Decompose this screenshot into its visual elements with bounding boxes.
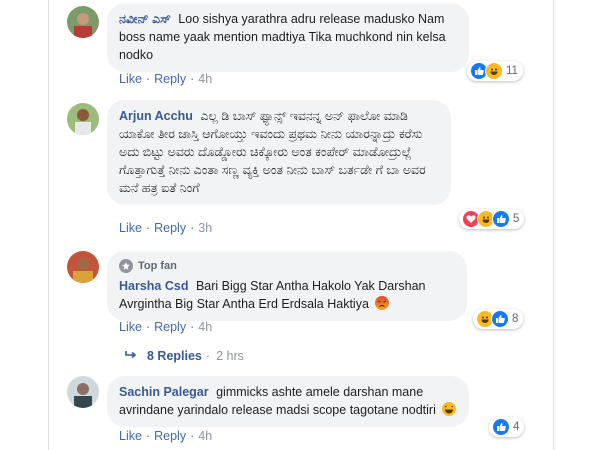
reaction-count: 11 [506, 65, 518, 77]
like-link[interactable]: Like [119, 429, 142, 443]
commenter-name[interactable]: Harsha Csd [119, 279, 188, 293]
like-link[interactable]: Like [119, 221, 142, 235]
comment-actions: Like · Reply · 4h [119, 320, 212, 334]
top-fan-label: Top fan [138, 260, 177, 272]
replies-count-link[interactable]: 8 Replies [147, 349, 202, 363]
comment-time[interactable]: 4h [198, 429, 212, 443]
action-separator: · [145, 221, 151, 235]
reaction-summary[interactable]: 4 [489, 417, 525, 437]
comment-bubble: Top fan Harsha Csd Bari Bigg Star Antha … [107, 251, 467, 321]
reply-arrow-icon [125, 349, 137, 363]
top-fan-badge-icon [119, 259, 133, 273]
angry-emoji-icon [375, 296, 390, 310]
like-reaction-icon [491, 310, 509, 328]
comment-bubble: Arjun Acchu ಎಲ್ಲ ಡಿ ಬಾಸ್ ಫ್ಯಾನ್ಸ್ ಇವನನ್ನ… [107, 100, 451, 205]
comment-time[interactable]: 3h [198, 221, 212, 235]
reaction-summary[interactable]: 5 [459, 209, 525, 229]
like-link[interactable]: Like [119, 320, 142, 334]
reply-link[interactable]: Reply [154, 429, 186, 443]
replies-time: 2 hrs [216, 349, 244, 363]
like-reaction-icon [492, 210, 510, 228]
commenter-name[interactable]: Sachin Palegar [119, 385, 209, 399]
like-reaction-icon [492, 418, 510, 436]
avatar[interactable] [67, 6, 99, 38]
comment-time[interactable]: 4h [198, 320, 212, 334]
action-separator: · [145, 320, 151, 334]
action-separator: · [145, 72, 151, 86]
action-separator: · [190, 429, 195, 443]
replies-separator: · [205, 349, 211, 363]
avatar[interactable] [67, 103, 99, 135]
avatar[interactable] [67, 251, 99, 283]
action-separator: · [190, 72, 195, 86]
action-separator: · [145, 429, 151, 443]
action-separator: · [190, 320, 195, 334]
comment-time[interactable]: 4h [198, 72, 212, 86]
avatar[interactable] [67, 376, 99, 408]
comment-bubble: ನವೀನ್ ಎಸ್ Loo sishya yarathra adru relea… [107, 3, 469, 72]
like-link[interactable]: Like [119, 72, 142, 86]
reaction-summary[interactable]: 11 [467, 61, 523, 81]
comment-actions: Like · Reply · 3h [119, 221, 212, 235]
reaction-count: 8 [512, 313, 519, 325]
reaction-count: 5 [513, 213, 520, 225]
haha-reaction-icon [485, 62, 503, 80]
reply-link[interactable]: Reply [154, 320, 186, 334]
comments-panel: ನವೀನ್ ಎಸ್ Loo sishya yarathra adru relea… [48, 0, 554, 450]
comment-actions: Like · Reply · 4h [119, 429, 212, 443]
comment-bubble: Sachin Palegar gimmicks ashte amele dars… [107, 376, 469, 427]
reaction-summary[interactable]: 8 [473, 309, 524, 329]
reaction-count: 4 [513, 421, 520, 433]
top-fan-badge: Top fan [119, 257, 455, 275]
view-replies[interactable]: 8 Replies · 2 hrs [125, 349, 244, 363]
reply-link[interactable]: Reply [154, 72, 186, 86]
action-separator: · [190, 221, 195, 235]
commenter-name[interactable]: ನವೀನ್ ಎಸ್ [119, 12, 171, 26]
reply-link[interactable]: Reply [154, 221, 186, 235]
commenter-name[interactable]: Arjun Acchu [119, 109, 193, 123]
laughing-emoji-icon [442, 402, 457, 416]
comment-actions: Like · Reply · 4h [119, 72, 212, 86]
